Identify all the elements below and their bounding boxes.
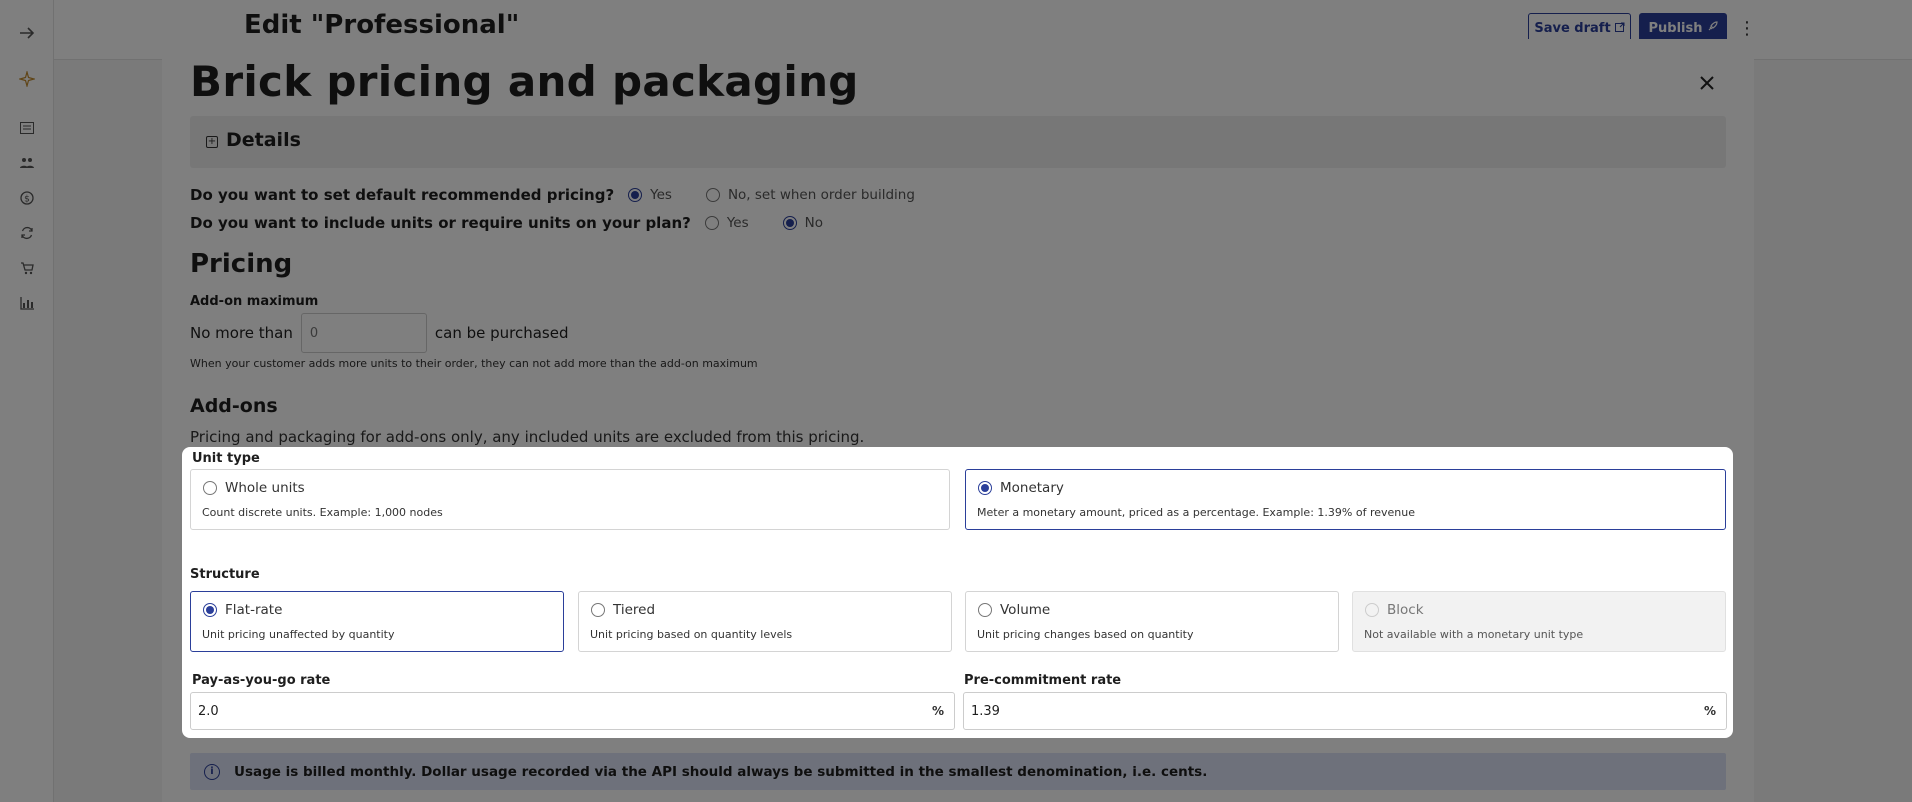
structure-volume[interactable]: Volume Unit pricing changes based on qua… (965, 591, 1339, 652)
radio-button[interactable] (978, 603, 992, 617)
structure-flat-rate[interactable]: Flat-rate Unit pricing unaffected by qua… (190, 591, 564, 652)
radio-button[interactable] (591, 603, 605, 617)
payg-rate-input[interactable]: 2.0 % (190, 692, 955, 730)
unit-type-whole-units[interactable]: Whole units Count discrete units. Exampl… (190, 469, 950, 530)
highlighted-panel: Unit type Whole units Count discrete uni… (182, 447, 1733, 738)
unit-type-label: Unit type (192, 451, 260, 466)
percent-icon: % (931, 704, 944, 718)
payg-rate-label: Pay-as-you-go rate (192, 673, 331, 688)
radio-button[interactable] (203, 481, 217, 495)
structure-label: Structure (190, 567, 260, 582)
radio-button[interactable] (203, 603, 217, 617)
structure-tiered[interactable]: Tiered Unit pricing based on quantity le… (578, 591, 952, 652)
percent-icon: % (1703, 704, 1716, 718)
structure-block: Block Not available with a monetary unit… (1352, 591, 1726, 652)
precommit-rate-label: Pre-commitment rate (964, 673, 1122, 688)
radio-button[interactable] (978, 481, 992, 495)
radio-button (1365, 603, 1379, 617)
precommit-rate-input[interactable]: 1.39 % (963, 692, 1727, 730)
unit-type-monetary[interactable]: Monetary Meter a monetary amount, priced… (965, 469, 1726, 530)
